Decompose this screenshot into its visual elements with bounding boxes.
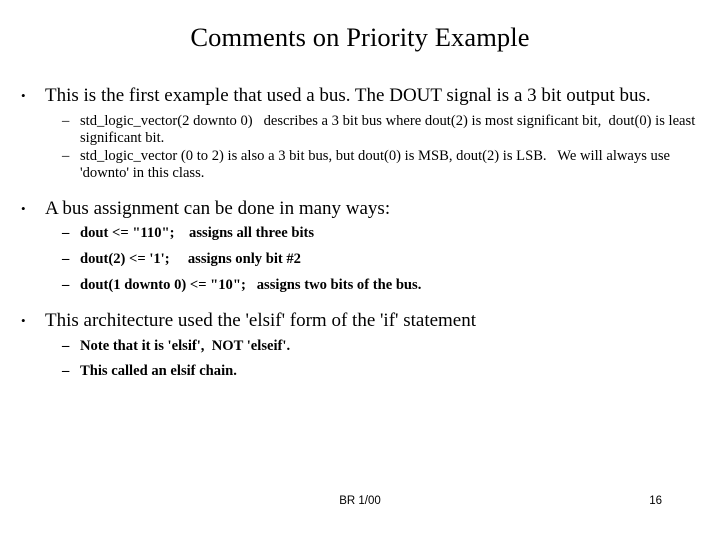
dash-marker: – [62, 112, 70, 129]
page-title: Comments on Priority Example [190, 22, 530, 52]
sub-bullet-text: Note that it is 'elsif', NOT 'elseif'. [80, 337, 291, 354]
sub-bullet-text: std_logic_vector(2 downto 0) describes a… [80, 112, 699, 147]
sub-bullet-text: dout(2) <= '1'; assigns only bit #2 [80, 250, 301, 267]
sub-bullet-group: – dout <= "110"; assigns all three bits … [18, 225, 708, 294]
bullet-item: • A bus assignment can be done in many w… [18, 197, 708, 221]
page-number: 16 [649, 495, 662, 507]
sub-bullet-group: – std_logic_vector(2 downto 0) describes… [18, 113, 708, 183]
bullet-marker: • [21, 313, 26, 329]
sub-bullet-text: std_logic_vector (0 to 2) is also a 3 bi… [80, 147, 674, 182]
sub-bullet-item: – This called an elsif chain. [18, 363, 708, 381]
dash-marker: – [62, 363, 70, 380]
sub-bullet-item: – dout <= "110"; assigns all three bits [18, 225, 708, 243]
bullet-marker: • [21, 88, 26, 103]
bullet-text: This is the first example that used a bu… [45, 85, 651, 106]
slide-footer: BR 1/00 16 [0, 494, 720, 514]
slide-body: • This is the first example that used a … [18, 84, 708, 381]
dash-marker: – [62, 147, 70, 164]
sub-bullet-text: dout <= "110"; assigns all three bits [80, 225, 315, 242]
bullet-item: • This is the first example that used a … [18, 84, 708, 108]
sub-bullet-text: dout(1 downto 0) <= "10"; assigns two bi… [80, 276, 422, 293]
footer-credit: BR 1/00 [339, 495, 381, 507]
sub-bullet-item: – dout(1 downto 0) <= "10"; assigns two … [18, 277, 708, 295]
sub-bullet-text: This called an elsif chain. [80, 363, 237, 380]
sub-bullet-item: – dout(2) <= '1'; assigns only bit #2 [18, 251, 708, 269]
sub-bullet-item: – std_logic_vector(2 downto 0) describes… [18, 113, 708, 148]
dash-marker: – [62, 337, 70, 354]
sub-bullet-group: – Note that it is 'elsif', NOT 'elseif'.… [18, 338, 708, 381]
sub-bullet-item: – Note that it is 'elsif', NOT 'elseif'. [18, 338, 708, 356]
dash-marker: – [62, 225, 70, 242]
bullet-text: A bus assignment can be done in many way… [45, 197, 391, 219]
slide: Comments on Priority Example • This is t… [0, 0, 720, 540]
bullet-item: • This architecture used the 'elsif' for… [18, 309, 708, 333]
sub-bullet-item: – std_logic_vector (0 to 2) is also a 3 … [18, 148, 708, 183]
dash-marker: – [62, 276, 70, 293]
bullet-marker: • [21, 200, 26, 216]
bullet-text: This architecture used the 'elsif' form … [45, 310, 477, 332]
dash-marker: – [62, 250, 70, 267]
